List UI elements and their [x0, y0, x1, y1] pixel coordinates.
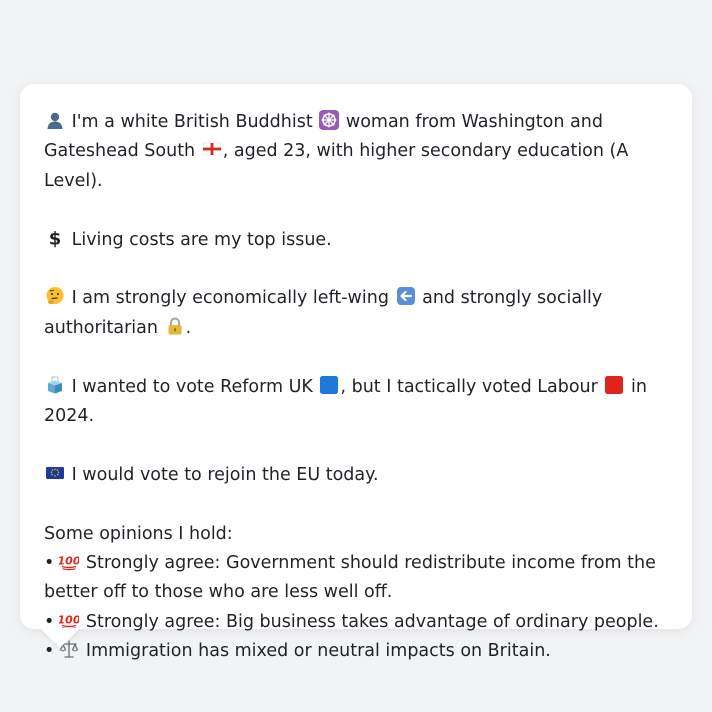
england-flag-icon	[202, 139, 222, 159]
red-square-icon	[604, 375, 624, 395]
identity-text-1: I'm a white British Buddhist	[71, 112, 313, 132]
left-arrow-icon	[396, 286, 416, 306]
opinion-item: • Immigration has mixed or neutral impac…	[44, 637, 672, 666]
opinions-header: Some opinions I hold:	[44, 523, 233, 544]
opinion-text: Strongly agree: Big business takes advan…	[85, 611, 659, 632]
vote-paragraph: I wanted to vote Reform UK , but I tacti…	[44, 373, 672, 432]
dharma-wheel-icon	[319, 110, 340, 130]
bubble-tail	[40, 628, 80, 648]
eu-paragraph: I would vote to rejoin the EU today.	[44, 461, 672, 490]
vote-text-1: I wanted to vote Reform UK	[71, 376, 313, 397]
ideology-text-1: I am strongly economically left-wing	[71, 288, 389, 309]
blue-square-icon	[319, 375, 339, 395]
ideology-text-3: .	[185, 317, 192, 338]
hundred-points-icon: 100	[59, 551, 79, 571]
eu-text: I would vote to rejoin the EU today.	[71, 464, 379, 485]
svg-text:100: 100	[59, 555, 79, 568]
opinion-item: • 100 Strongly agree: Big business takes…	[44, 608, 672, 637]
eu-flag-icon	[45, 463, 65, 483]
dollar-sign-icon: $	[45, 228, 65, 248]
identity-paragraph: I'm a white British Buddhist woman from …	[44, 108, 672, 196]
hundred-points-icon: 100	[59, 610, 79, 630]
thinking-face-icon	[45, 286, 65, 306]
ballot-box-icon	[45, 375, 65, 395]
issue-text: Living costs are my top issue.	[71, 229, 332, 250]
opinion-item: • 100 Strongly agree: Government should …	[44, 549, 672, 608]
lock-icon	[165, 316, 185, 336]
message-bubble: I'm a white British Buddhist woman from …	[20, 84, 692, 661]
svg-text:100: 100	[59, 613, 79, 626]
svg-text:$: $	[49, 228, 62, 248]
issue-paragraph: $ Living costs are my top issue.	[44, 226, 672, 255]
bullet: •	[44, 553, 55, 574]
ideology-paragraph: I am strongly economically left-wing and…	[44, 284, 672, 343]
person-silhouette-icon	[45, 110, 65, 130]
opinion-text: Strongly agree: Government should redist…	[44, 553, 656, 603]
vote-text-2: , but I tactically voted Labour	[340, 376, 598, 397]
opinion-text: Immigration has mixed or neutral impacts…	[85, 641, 551, 662]
